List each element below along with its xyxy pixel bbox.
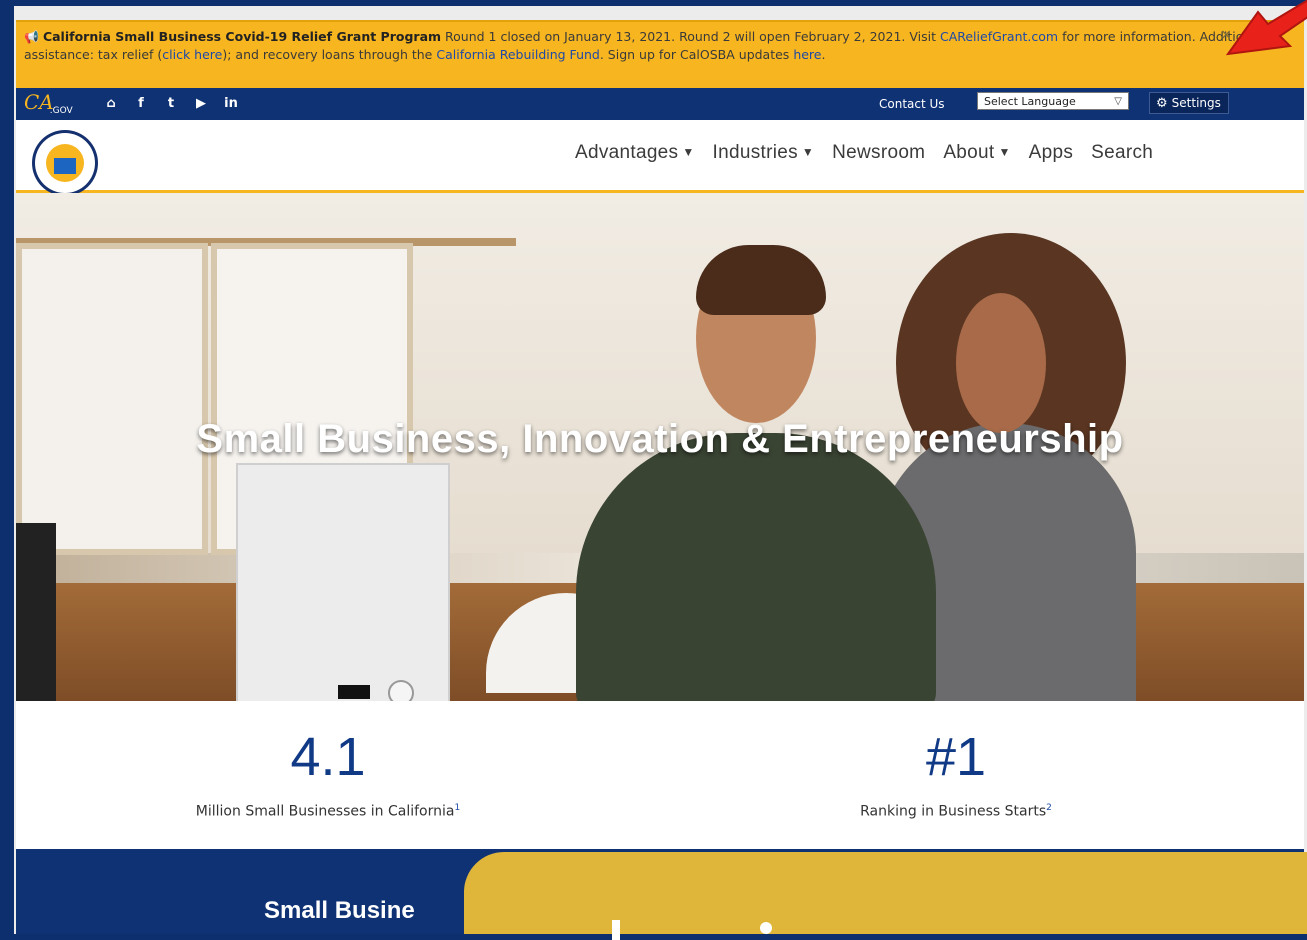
stat-label: Ranking in Business Starts2 — [756, 803, 1156, 820]
language-select-value: Select Language — [984, 95, 1076, 108]
footnote-link[interactable]: 1 — [454, 803, 460, 813]
stat-small-businesses: 4.1 Million Small Businesses in Californ… — [128, 729, 528, 820]
nav-about[interactable]: About ▼ — [943, 142, 1010, 164]
stat-value: 4.1 — [290, 727, 366, 787]
3d-printer-image — [236, 463, 450, 701]
caret-down-icon: ▼ — [801, 145, 815, 159]
stat-label: Million Small Businesses in California1 — [128, 803, 528, 820]
social-links: ⌂ f t ▶ in — [104, 96, 238, 111]
calosba-seal-logo[interactable] — [32, 130, 98, 196]
nav-search[interactable]: Search — [1091, 142, 1153, 164]
contact-us-link[interactable]: Contact Us — [879, 97, 945, 111]
twitter-icon[interactable]: t — [164, 96, 178, 111]
overlay-popup — [464, 852, 1307, 940]
caret-down-icon: ▼ — [998, 145, 1011, 159]
bullhorn-icon: 📢 — [24, 30, 39, 44]
home-icon[interactable]: ⌂ — [104, 96, 118, 111]
stat-value: #1 — [925, 727, 987, 787]
caret-down-icon: ▼ — [682, 145, 695, 159]
facebook-icon[interactable]: f — [134, 96, 148, 111]
alert-text: ); and recovery loans through the — [222, 47, 433, 62]
language-select[interactable]: Select Language ▽ — [977, 92, 1129, 110]
linkedin-icon[interactable]: in — [224, 96, 238, 111]
youtube-icon[interactable]: ▶ — [194, 96, 208, 111]
hero-image: Small Business, Innovation & Entrepreneu… — [16, 193, 1304, 701]
browser-page: 📢 California Small Business Covid-19 Reli… — [14, 6, 1307, 934]
ca-gov-logo-sub: .GOV — [49, 106, 73, 116]
stats-section: 4.1 Million Small Businesses in Californ… — [16, 701, 1304, 849]
ca-gov-logo[interactable]: CA.GOV — [24, 92, 77, 117]
calosba-updates-link[interactable]: here — [793, 47, 821, 62]
nav-label: Industries — [712, 142, 798, 163]
nav-newsroom[interactable]: Newsroom — [832, 142, 925, 164]
nav-apps[interactable]: Apps — [1029, 142, 1074, 164]
rebuilding-fund-link[interactable]: California Rebuilding Fund — [436, 47, 599, 62]
footnote-link[interactable]: 2 — [1046, 803, 1052, 813]
alert-text: . Sign up for CalOSBA updates — [599, 47, 790, 62]
gear-icon: ⚙ — [1156, 96, 1168, 111]
main-navigation: Advantages ▼ Industries ▼ Newsroom About ▼ … — [16, 120, 1304, 196]
alert-text: . — [821, 47, 826, 62]
settings-label: Settings — [1171, 96, 1221, 110]
alert-title: California Small Business Covid-19 Relie… — [42, 29, 442, 44]
nav-industries[interactable]: Industries ▼ — [713, 142, 815, 164]
alert-text: Round 1 closed on January 13, 2021. Roun… — [445, 29, 936, 44]
chevron-down-icon: ▽ — [1114, 96, 1122, 107]
stat-label-text: Ranking in Business Starts — [860, 803, 1047, 820]
nav-label: About — [943, 142, 995, 163]
hero-title: Small Business, Innovation & Entrepreneu… — [196, 417, 1124, 461]
nav-advantages[interactable]: Advantages ▼ — [575, 142, 695, 164]
tax-relief-link[interactable]: click here — [162, 47, 222, 62]
section-title: Small Busine — [264, 897, 415, 924]
settings-button[interactable]: ⚙ Settings — [1149, 92, 1229, 114]
stat-business-starts: #1 Ranking in Business Starts2 — [756, 729, 1156, 820]
red-annotation-arrow — [1225, 0, 1307, 56]
nav-links: Advantages ▼ Industries ▼ Newsroom About ▼ … — [575, 142, 1153, 164]
utility-bar: CA.GOV ⌂ f t ▶ in Contact Us Select Lang… — [16, 88, 1304, 120]
stat-label-text: Million Small Businesses in California — [195, 803, 455, 820]
covid-relief-alert: 📢 California Small Business Covid-19 Reli… — [16, 20, 1304, 88]
nav-label: Advantages — [575, 142, 679, 163]
careliefgrant-link[interactable]: CAReliefGrant.com — [940, 29, 1058, 44]
